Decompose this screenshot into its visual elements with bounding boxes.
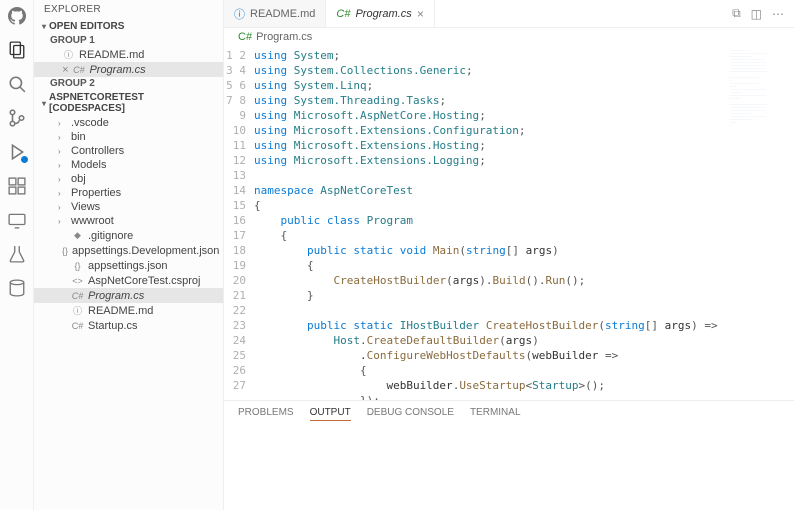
- file-name: README.md: [88, 305, 153, 317]
- cs-file-icon: C#: [336, 8, 350, 20]
- code-content[interactable]: using System; using System.Collections.G…: [254, 46, 794, 400]
- github-icon[interactable]: [7, 6, 27, 26]
- file-name: .gitignore: [88, 230, 133, 242]
- file-name: Models: [71, 159, 106, 171]
- chevron-down-icon: ▾: [42, 22, 46, 31]
- panel-tab-debug console[interactable]: DEBUG CONSOLE: [367, 407, 454, 421]
- chevron-right-icon: ›: [58, 175, 67, 184]
- csharp-file-icon: C#: [238, 31, 252, 43]
- info-file-icon: ⓘ: [234, 6, 245, 22]
- explorer-sidebar: EXPLORER ▾OPEN EDITORS GROUP 1ⓘREADME.md…: [34, 0, 224, 510]
- file-name: appsettings.json: [88, 260, 168, 272]
- panel-tab-bar: PROBLEMS OUTPUT DEBUG CONSOLE TERMINAL: [224, 401, 794, 427]
- close-icon[interactable]: ×: [417, 7, 424, 21]
- chevron-down-icon: ▾: [42, 99, 46, 108]
- editor-tab[interactable]: ⓘ README.md: [224, 0, 326, 27]
- tree-item[interactable]: › bin: [34, 130, 223, 144]
- more-icon[interactable]: ⋯: [772, 7, 784, 21]
- compare-icon[interactable]: ⧉: [732, 6, 741, 21]
- json-file-icon: {}: [62, 244, 68, 257]
- sql-icon[interactable]: [7, 278, 27, 298]
- cs-file-icon: C#: [71, 289, 84, 302]
- tree-item[interactable]: › obj: [34, 172, 223, 186]
- git-file-icon: ◆: [71, 229, 84, 242]
- bottom-panel: PROBLEMS OUTPUT DEBUG CONSOLE TERMINAL: [224, 400, 794, 510]
- file-name: appsettings.Development.json: [72, 245, 219, 257]
- cs-file-icon: C#: [72, 63, 85, 76]
- tree-item[interactable]: › .vscode: [34, 116, 223, 130]
- info-file-icon: ⓘ: [62, 48, 75, 61]
- tree-item[interactable]: {} appsettings.json: [34, 258, 223, 273]
- code-editor[interactable]: 1 2 3 4 5 6 7 8 9 10 11 12 13 14 15 16 1…: [224, 46, 794, 400]
- tree-item[interactable]: ⓘ README.md: [34, 303, 223, 318]
- open-editors-header[interactable]: ▾OPEN EDITORS: [34, 19, 223, 34]
- source-control-icon[interactable]: [7, 108, 27, 128]
- tree-item[interactable]: C# Program.cs: [34, 288, 223, 303]
- tab-label: Program.cs: [355, 8, 411, 20]
- json-file-icon: {}: [71, 259, 84, 272]
- chevron-right-icon: ›: [58, 161, 67, 170]
- panel-tab-output[interactable]: OUTPUT: [310, 407, 351, 421]
- breadcrumb[interactable]: C# Program.cs: [224, 28, 794, 46]
- chevron-right-icon: ›: [58, 189, 67, 198]
- panel-tab-problems[interactable]: PROBLEMS: [238, 407, 294, 421]
- file-name: Startup.cs: [88, 320, 138, 332]
- info-file-icon: ⓘ: [71, 304, 84, 317]
- extensions-icon[interactable]: [7, 176, 27, 196]
- test-icon[interactable]: [7, 244, 27, 264]
- editor-group-header[interactable]: GROUP 2: [34, 77, 223, 90]
- editor-tab[interactable]: C# Program.cs ×: [326, 0, 434, 27]
- file-name: Properties: [71, 187, 121, 199]
- tree-item[interactable]: <> AspNetCoreTest.csproj: [34, 273, 223, 288]
- workspace-header[interactable]: ▾ASPNETCORETEST [CODESPACES]: [34, 90, 223, 116]
- activity-bar: [0, 0, 34, 510]
- file-name: Program.cs: [89, 64, 145, 76]
- split-editor-icon[interactable]: ◫: [751, 7, 762, 21]
- tree-item[interactable]: C# Startup.cs: [34, 318, 223, 333]
- tab-actions: ⧉ ◫ ⋯: [732, 0, 794, 27]
- chevron-right-icon: ›: [58, 217, 67, 226]
- proj-file-icon: <>: [71, 274, 84, 287]
- chevron-right-icon: ›: [58, 147, 67, 156]
- tree-item[interactable]: ◆ .gitignore: [34, 228, 223, 243]
- chevron-right-icon: ›: [58, 133, 67, 142]
- file-name: bin: [71, 131, 86, 143]
- chevron-right-icon: ›: [58, 203, 67, 212]
- tree-item[interactable]: › wwwroot: [34, 214, 223, 228]
- close-icon[interactable]: ×: [62, 64, 68, 76]
- file-name: Program.cs: [88, 290, 144, 302]
- file-name: obj: [71, 173, 86, 185]
- file-name: .vscode: [71, 117, 109, 129]
- line-numbers: 1 2 3 4 5 6 7 8 9 10 11 12 13 14 15 16 1…: [224, 46, 254, 400]
- chevron-right-icon: ›: [58, 119, 67, 128]
- tab-label: README.md: [250, 8, 315, 20]
- tree-item[interactable]: › Views: [34, 200, 223, 214]
- cs-file-icon: C#: [71, 319, 84, 332]
- remote-icon[interactable]: [7, 210, 27, 230]
- tree-item[interactable]: › Controllers: [34, 144, 223, 158]
- tree-item[interactable]: › Models: [34, 158, 223, 172]
- open-editor-item[interactable]: ⓘ README.md: [34, 47, 223, 62]
- tree-item[interactable]: › Properties: [34, 186, 223, 200]
- file-name: README.md: [79, 49, 144, 61]
- tree-item[interactable]: {} appsettings.Development.json: [34, 243, 223, 258]
- tab-bar: ⓘ README.md C# Program.cs × ⧉ ◫ ⋯: [224, 0, 794, 28]
- editor-area: ⓘ README.md C# Program.cs × ⧉ ◫ ⋯ C# Program…: [224, 0, 794, 510]
- file-name: Controllers: [71, 145, 124, 157]
- explorer-icon[interactable]: [7, 40, 27, 60]
- file-name: Views: [71, 201, 100, 213]
- file-name: AspNetCoreTest.csproj: [88, 275, 201, 287]
- run-debug-icon[interactable]: [7, 142, 27, 162]
- minimap[interactable]: ————————————— ——————————————————————————…: [730, 50, 788, 130]
- editor-group-header[interactable]: GROUP 1: [34, 34, 223, 47]
- open-editor-item[interactable]: × C# Program.cs: [34, 62, 223, 77]
- sidebar-title: EXPLORER: [34, 0, 223, 19]
- search-icon[interactable]: [7, 74, 27, 94]
- panel-tab-terminal[interactable]: TERMINAL: [470, 407, 521, 421]
- file-name: wwwroot: [71, 215, 114, 227]
